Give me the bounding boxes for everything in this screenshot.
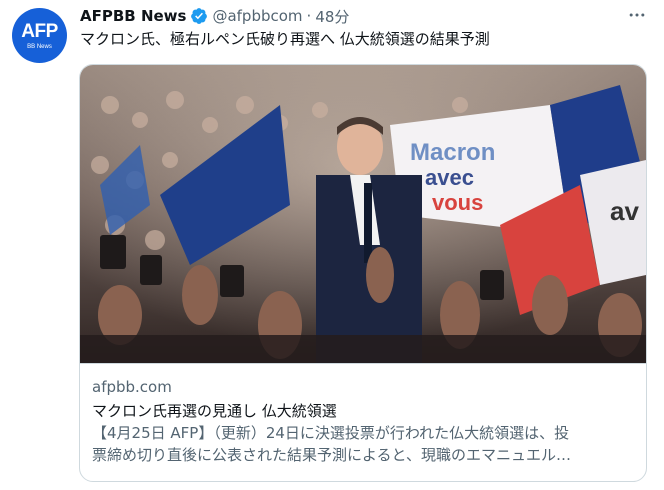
avatar-logo-subtext: BB News (27, 44, 52, 50)
card-description: 【4月25日 AFP】（更新）24日に決選投票が行われた仏大統領選は、投 票締め… (92, 422, 632, 466)
tweet-timestamp[interactable]: 48分 (315, 6, 349, 27)
sign-text-macron: Macron (410, 139, 495, 166)
avatar[interactable]: AFP BB News (12, 8, 67, 63)
verified-badge-icon (190, 7, 208, 25)
link-card[interactable]: Macron avec vous av afpbb.com マクロン氏再選の見通… (79, 64, 647, 482)
tweet[interactable]: AFP BB News AFPBB News @afpbbcom · 48分 マ… (0, 0, 664, 490)
card-domain: afpbb.com (92, 378, 172, 396)
card-body[interactable]: afpbb.com マクロン氏再選の見通し 仏大統領選 【4月25日 AFP】（… (80, 363, 646, 481)
sign-text-right: av (610, 196, 639, 226)
separator-dot: · (306, 7, 312, 25)
more-options-icon[interactable] (624, 5, 650, 25)
tweet-header: AFPBB News @afpbbcom · 48分 (80, 5, 349, 27)
card-title[interactable]: マクロン氏再選の見通し 仏大統領選 (92, 400, 337, 421)
sign-text-avec: avec (425, 165, 474, 190)
card-description-line-2: 票締め切り直後に公表された結果予測によると、現職のエマニュエル… (92, 446, 571, 464)
account-name[interactable]: AFPBB News (80, 7, 186, 25)
sign-text-vous: vous (432, 190, 483, 215)
card-description-line-1: 【4月25日 AFP】（更新）24日に決選投票が行われた仏大統領選は、投 (92, 424, 570, 442)
tweet-text: マクロン氏、極右ルペン氏破り再選へ 仏大統領選の結果予測 (80, 30, 490, 48)
account-handle[interactable]: @afpbbcom (212, 7, 302, 25)
card-image: Macron avec vous av (80, 65, 646, 363)
avatar-logo-text: AFP (21, 21, 58, 42)
